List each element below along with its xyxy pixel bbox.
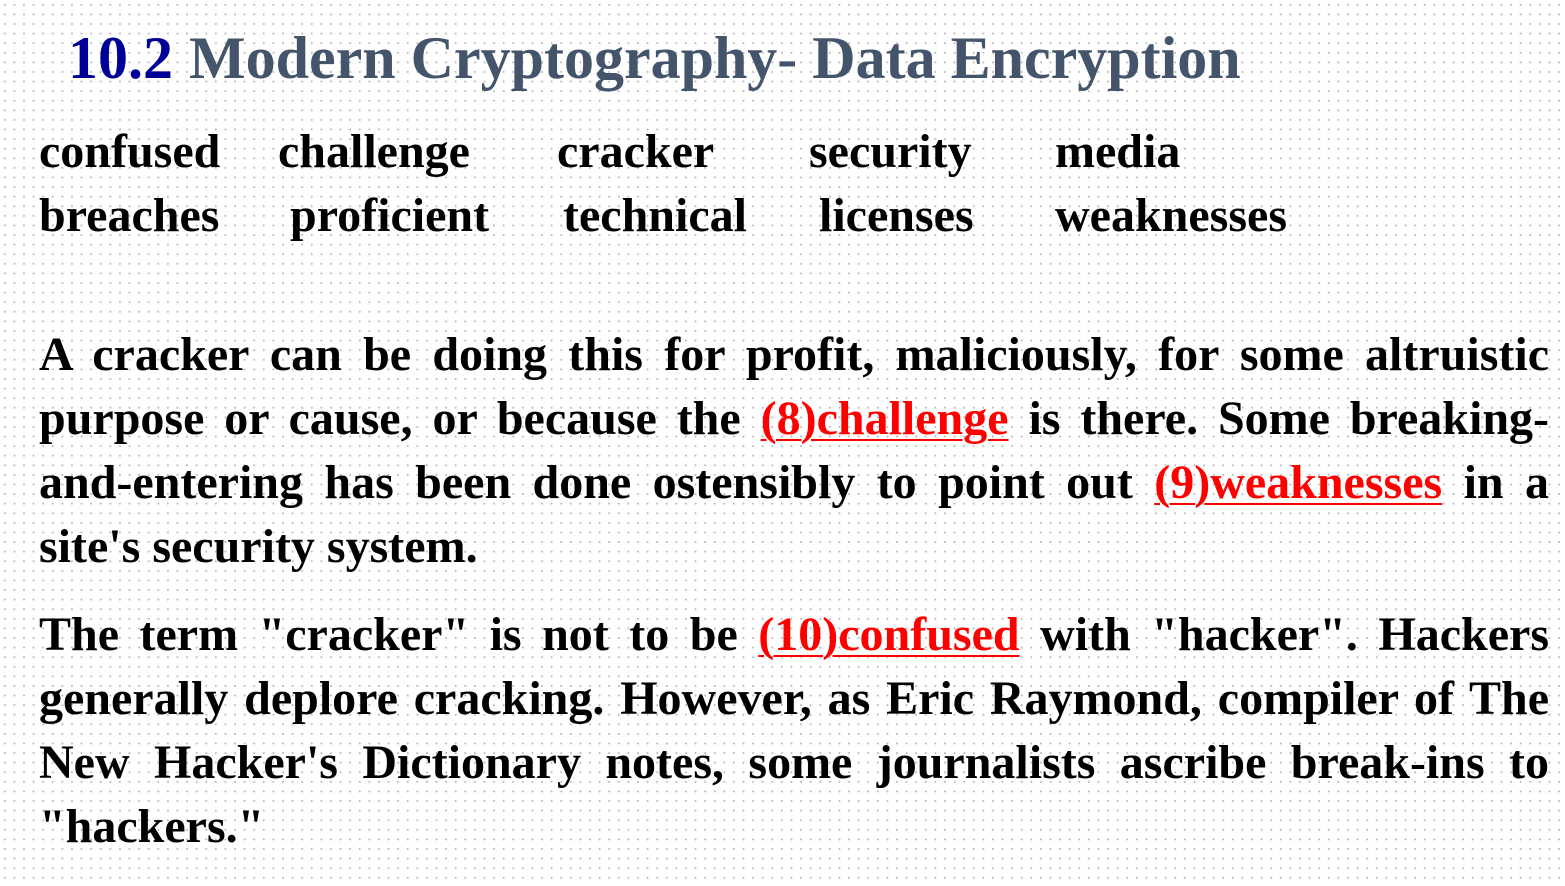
word-bank-item: proficient <box>290 189 490 242</box>
slide-title: 10.2 Modern Cryptography- Data Encryption <box>68 22 1241 94</box>
word-bank-item: breaches <box>39 189 220 242</box>
word-bank-item: cracker <box>557 125 715 178</box>
answer-10: (10)confused <box>758 608 1020 661</box>
word-bank-item: media <box>1055 125 1181 178</box>
word-bank-item: weaknesses <box>1055 189 1288 242</box>
word-bank-item: confused <box>39 125 221 178</box>
word-bank-item: security <box>809 125 972 178</box>
answer-8: (8)challenge <box>760 392 1009 445</box>
paragraph-1: A cracker can be doing this for profit, … <box>39 323 1549 579</box>
paragraph-2-text: The term "cracker" is not to be <box>39 608 759 661</box>
section-number: 10.2 <box>68 25 173 91</box>
word-bank-item: licenses <box>819 189 974 242</box>
word-bank-item: technical <box>563 189 747 242</box>
word-bank-item: challenge <box>278 125 470 178</box>
answer-9: (9)weaknesses <box>1154 456 1443 509</box>
section-title: Modern Cryptography- Data Encryption <box>189 25 1241 91</box>
slide: { "title": { "number": "10.2", "text": "… <box>0 0 1565 886</box>
paragraph-2: The term "cracker" is not to be (10)conf… <box>39 603 1549 859</box>
